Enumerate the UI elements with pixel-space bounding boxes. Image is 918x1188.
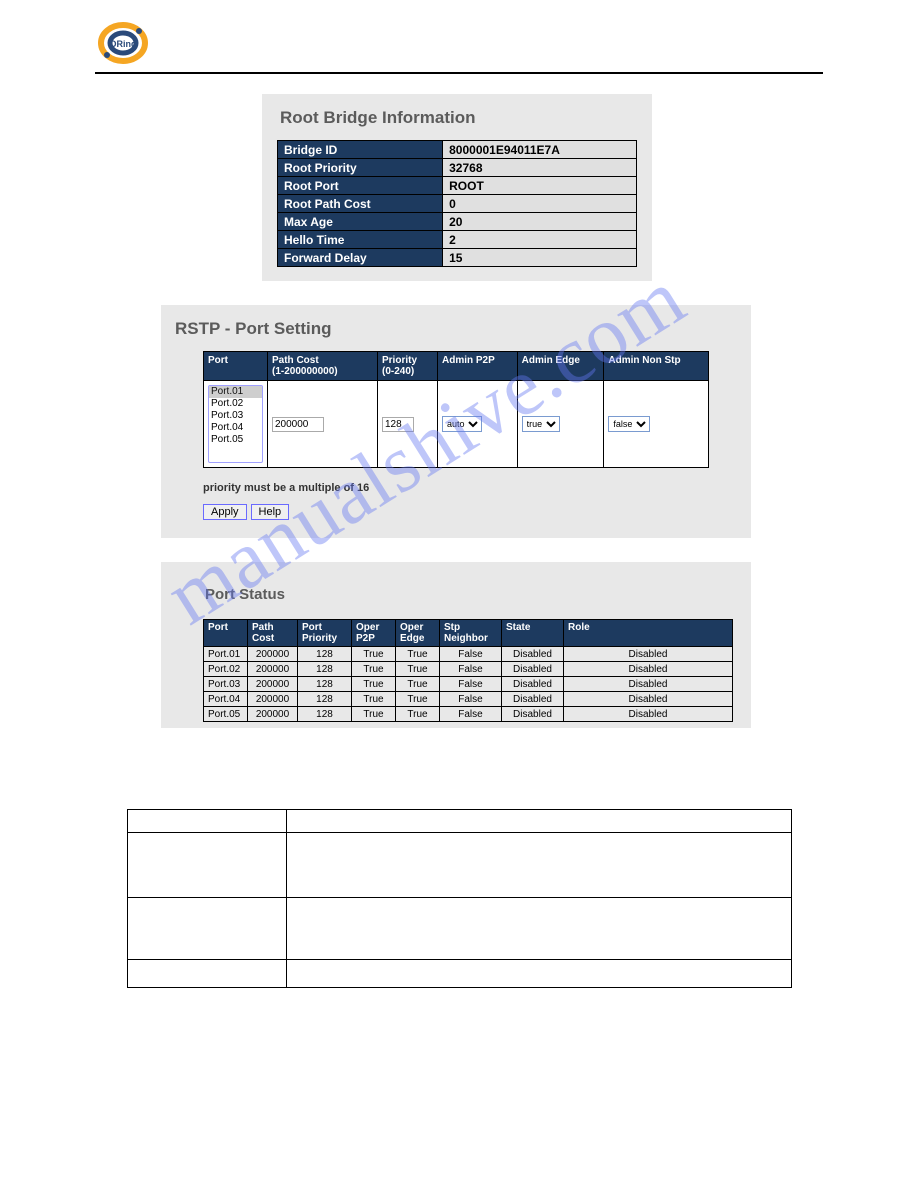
priority-note: priority must be a multiple of 16 — [203, 482, 737, 494]
port-option[interactable]: Port.05 — [209, 434, 262, 446]
port-status-title: Port Status — [205, 586, 737, 603]
doc-description: The following table describes the labels… — [95, 786, 823, 801]
ps-th: OperEdge — [396, 620, 440, 647]
rb-value: 15 — [443, 249, 637, 267]
table-row: Port.01 200000 128 True True False Disab… — [204, 647, 733, 662]
ref-th-desc: Description — [286, 810, 791, 833]
ref-label: Path Cost — [127, 898, 286, 960]
admin-p2p-select[interactable]: auto — [442, 416, 482, 432]
rstp-th-edge: Admin Edge — [517, 352, 604, 381]
ref-desc: The cost of the path to the other bridge… — [286, 898, 791, 960]
port-option[interactable]: Port.02 — [209, 398, 262, 410]
ps-th: OperP2P — [352, 620, 396, 647]
rb-value: 2 — [443, 231, 637, 249]
ps-th: Port — [204, 620, 248, 647]
svg-text:ORing: ORing — [110, 39, 137, 49]
ref-th-label: Label — [127, 810, 286, 833]
ref-desc: Decide which port should be blocked by p… — [286, 960, 791, 988]
rb-label: Bridge ID — [278, 141, 443, 159]
path-cost-input[interactable] — [272, 417, 324, 432]
rb-value: 32768 — [443, 159, 637, 177]
rb-value: ROOT — [443, 177, 637, 195]
ps-th: PathCost — [248, 620, 298, 647]
ps-th: StpNeighbor — [440, 620, 502, 647]
table-row: Port.03 200000 128 True True False Disab… — [204, 677, 733, 692]
root-bridge-title: Root Bridge Information — [280, 108, 638, 128]
rb-label: Hello Time — [278, 231, 443, 249]
rstp-th-port: Port — [204, 352, 268, 381]
rb-label: Root Path Cost — [278, 195, 443, 213]
footer-left: ORing Industrial Networking Corp. — [95, 1028, 247, 1039]
port-select[interactable]: Port.01 Port.02 Port.03 Port.04 Port.05 — [208, 385, 263, 463]
rb-value: 20 — [443, 213, 637, 231]
admin-nonstp-select[interactable]: false — [608, 416, 650, 432]
rb-value: 8000001E94011E7A — [443, 141, 637, 159]
root-bridge-panel: Root Bridge Information Bridge ID8000001… — [262, 94, 652, 281]
rb-label: Max Age — [278, 213, 443, 231]
ref-label: Port No. — [127, 833, 286, 898]
ps-th: Role — [564, 620, 733, 647]
port-option[interactable]: Port.03 — [209, 410, 262, 422]
port-option[interactable]: Port.01 — [209, 386, 262, 398]
table-row: Port.04 200000 128 True True False Disab… — [204, 692, 733, 707]
header-product: IES-3080 / IES-3062 Series User's Manual — [615, 36, 823, 49]
rstp-th-nonstp: Admin Non Stp — [604, 352, 709, 381]
rstp-th-priority: Priority (0-240) — [378, 352, 438, 381]
footer-right: 41 — [812, 1028, 823, 1039]
rb-label: Forward Delay — [278, 249, 443, 267]
rstp-title: RSTP - Port Setting — [175, 319, 737, 339]
admin-edge-select[interactable]: true — [522, 416, 560, 432]
root-bridge-table: Bridge ID8000001E94011E7A Root Priority3… — [277, 140, 637, 267]
page-footer: ORing Industrial Networking Corp. 41 — [95, 1028, 823, 1039]
port-status-panel: Port Status Port PathCost PortPriority O… — [161, 562, 751, 728]
figure-caption: RSTP Port Setting interface — [95, 752, 823, 766]
ps-th: PortPriority — [298, 620, 352, 647]
table-row: Port.02 200000 128 True True False Disab… — [204, 662, 733, 677]
table-row: Port.05 200000 128 True True False Disab… — [204, 707, 733, 722]
ref-desc: The port number to be configured. One or… — [286, 833, 791, 898]
priority-input[interactable] — [382, 417, 414, 432]
apply-button[interactable]: Apply — [203, 504, 247, 520]
port-option[interactable]: Port.04 — [209, 422, 262, 434]
rb-label: Root Priority — [278, 159, 443, 177]
rstp-table: Port Path Cost (1-200000000) Priority (0… — [203, 351, 709, 468]
brand-logo: ORing — [95, 20, 151, 66]
rstp-panel: RSTP - Port Setting Port Path Cost (1-20… — [161, 305, 751, 538]
page-header: ORing IES-3080 / IES-3062 Series User's … — [95, 20, 823, 74]
header-product-line1: IES-3080 / IES-3062 Series User's Manual — [615, 36, 823, 49]
rb-label: Root Port — [278, 177, 443, 195]
reference-table: Label Description Port No. The port numb… — [127, 809, 792, 988]
port-status-table: Port PathCost PortPriority OperP2P OperE… — [203, 619, 733, 722]
help-button[interactable]: Help — [251, 504, 290, 520]
rstp-th-pathcost: Path Cost (1-200000000) — [268, 352, 378, 381]
rb-value: 0 — [443, 195, 637, 213]
ps-th: State — [502, 620, 564, 647]
ref-label: Priority — [127, 960, 286, 988]
rstp-th-p2p: Admin P2P — [438, 352, 518, 381]
